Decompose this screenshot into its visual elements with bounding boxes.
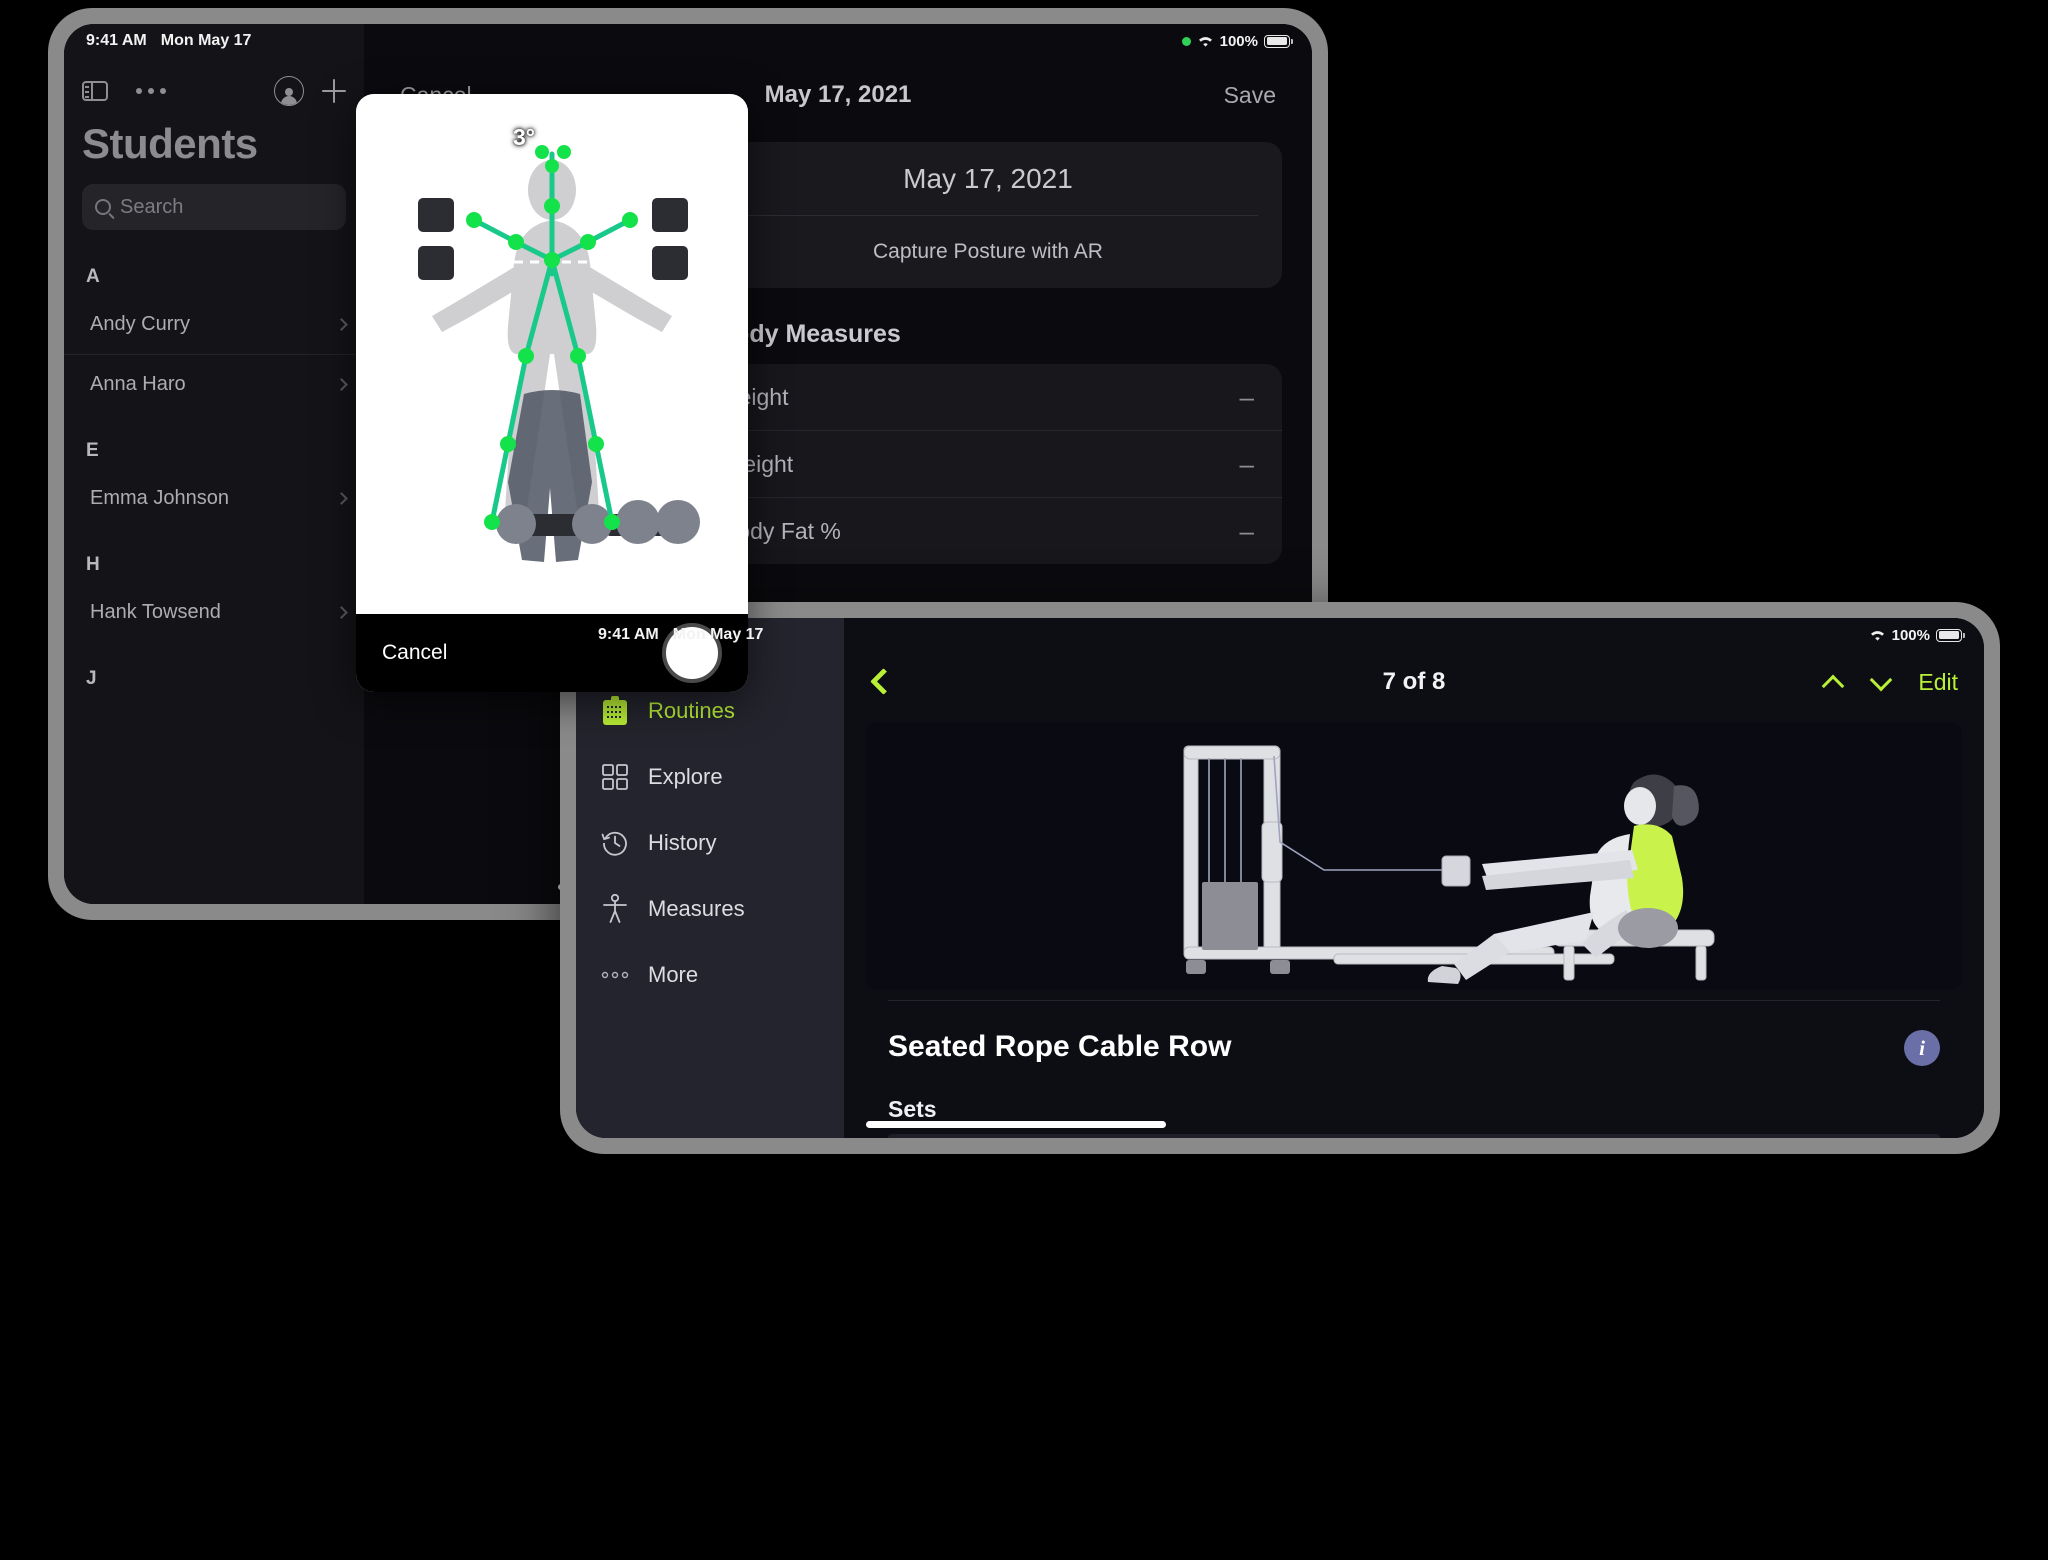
section-header: A (86, 266, 100, 287)
home-indicator (866, 1121, 1166, 1128)
search-placeholder: Search (120, 195, 184, 218)
divider (888, 1000, 1940, 1001)
status-time: 9:41 AM (86, 32, 147, 49)
sidebar-item-label: Routines (648, 698, 735, 723)
status-date: Mon May 17 (672, 626, 764, 643)
chevron-right-icon (335, 378, 348, 391)
seated-cable-row-figure (1034, 722, 1794, 990)
chevron-right-icon (335, 317, 348, 331)
sidebar-menu: Routines Explore History Measures More (576, 678, 844, 1008)
plus-icon[interactable] (322, 79, 346, 103)
ellipsis-icon (600, 960, 630, 990)
student-name: Hank Towsend (90, 600, 221, 623)
chevron-up-icon[interactable] (1822, 676, 1844, 688)
sidebar-item-more[interactable]: More (576, 942, 844, 1008)
section-header: E (86, 440, 99, 461)
capture-posture-ar-button[interactable]: Capture Posture with AR (694, 216, 1282, 288)
table-header: Reps Weight (kg) (888, 1134, 1940, 1138)
student-name: Emma Johnson (90, 486, 229, 509)
students-list[interactable]: A Andy Curry Anna Haro E Emma Johnson H (64, 240, 364, 904)
list-item[interactable]: Anna Haro (64, 354, 364, 414)
recording-indicator-icon (1181, 36, 1191, 46)
section-header: H (86, 554, 100, 575)
exercise-navbar: 7 of 8 Edit (844, 654, 1984, 710)
measure-row-height[interactable]: Height – (694, 364, 1282, 430)
status-left: 9:41 AM Mon May 17 (86, 32, 251, 50)
measure-row-weight[interactable]: Weight – (694, 431, 1282, 497)
list-item[interactable]: Andy Curry (64, 294, 364, 354)
sidebar-item-explore[interactable]: Explore (576, 744, 844, 810)
search-icon (95, 199, 111, 215)
measure-row-bodyfat[interactable]: Body Fat % – (694, 498, 1282, 564)
screenshot-stage: 9:41 AM Mon May 17 100% Students Search … (0, 0, 2048, 1560)
search-input[interactable]: Search (82, 184, 346, 230)
save-button[interactable]: Save (1224, 82, 1276, 109)
wifi-icon (1869, 629, 1886, 642)
info-icon[interactable]: i (1904, 1030, 1940, 1066)
sidebar-item-measures[interactable]: Measures (576, 876, 844, 942)
battery-icon (1264, 34, 1293, 48)
body-measures-card: Height – Weight – Body Fat % – (694, 364, 1282, 564)
sets-label: Sets (888, 1096, 937, 1122)
battery-icon (1936, 628, 1965, 642)
ipad-device-routines: 9:41 AM Mon May 17 100% Routines Explore… (560, 602, 2000, 1154)
exercise-illustration (866, 722, 1962, 990)
sidebar-item-label: Explore (648, 764, 723, 789)
sidebar-item-label: Measures (648, 896, 745, 921)
exercise-detail-pane: 7 of 8 Edit Seated Rope Cable Row i Sets (844, 618, 1984, 1138)
list-item[interactable]: Hank Towsend (64, 582, 364, 642)
session-card: May 17, 2021 Capture Posture with AR (694, 142, 1282, 288)
clipboard-icon (600, 696, 630, 726)
chevron-right-icon (335, 605, 348, 619)
status-right: 100% (1869, 626, 1965, 644)
status-bar-a: 9:41 AM Mon May 17 100% (64, 24, 1312, 58)
status-right: 100% (1181, 32, 1293, 50)
wifi-icon (1197, 35, 1214, 48)
battery-percent: 100% (1891, 626, 1930, 644)
grid-icon (600, 762, 630, 792)
posture-angle-label: 3° (513, 124, 535, 150)
status-date: Mon May 17 (160, 32, 252, 49)
sidebar-toggle-icon[interactable] (82, 81, 108, 101)
students-sidebar: Students Search A Andy Curry Anna Haro E… (64, 24, 364, 904)
page-title: Students (82, 120, 258, 167)
measure-value: – (1239, 448, 1254, 479)
student-name: Anna Haro (90, 373, 186, 395)
routines-sidebar: Routines Explore History Measures More (576, 618, 844, 1138)
navbar-actions: Edit (1822, 669, 1958, 696)
measure-value: – (1239, 381, 1254, 412)
ipad-b-screen: 9:41 AM Mon May 17 100% Routines Explore… (576, 618, 1984, 1138)
posture-photo: 3° (356, 94, 748, 614)
body-figure-icon (600, 894, 630, 924)
session-date: May 17, 2021 (903, 162, 1073, 194)
pose-overlay-skeleton (418, 145, 700, 562)
ellipsis-icon[interactable] (136, 88, 166, 94)
status-left: 9:41 AM Mon May 17 (598, 626, 763, 644)
status-time: 9:41 AM (598, 626, 659, 643)
student-name: Andy Curry (90, 312, 191, 335)
sidebar-toolbar (64, 66, 364, 116)
sets-table: Reps Weight (kg) 1 15 9 2 15 9 3 (888, 1134, 1940, 1138)
clock-arrow-icon (600, 828, 630, 858)
battery-percent: 100% (1219, 32, 1258, 50)
exercise-name: Seated Rope Cable Row (888, 1030, 1232, 1063)
list-item[interactable]: Emma Johnson (64, 468, 364, 528)
camera-capture-sheet: 3° Cancel (356, 94, 748, 692)
account-avatar-icon[interactable] (274, 76, 304, 106)
sidebar-item-label: History (648, 830, 717, 855)
sidebar-item-label: More (648, 962, 699, 987)
measure-value: – (1239, 515, 1254, 546)
camera-cancel-button[interactable]: Cancel (382, 641, 447, 665)
edit-button[interactable]: Edit (1918, 669, 1958, 696)
sidebar-item-history[interactable]: History (576, 810, 844, 876)
status-bar-b: 9:41 AM Mon May 17 100% (576, 618, 1984, 652)
chevron-right-icon (335, 491, 348, 505)
chevron-down-icon[interactable] (1870, 676, 1892, 688)
exercise-progress: 7 of 8 (1382, 668, 1446, 695)
section-header: J (86, 668, 97, 689)
